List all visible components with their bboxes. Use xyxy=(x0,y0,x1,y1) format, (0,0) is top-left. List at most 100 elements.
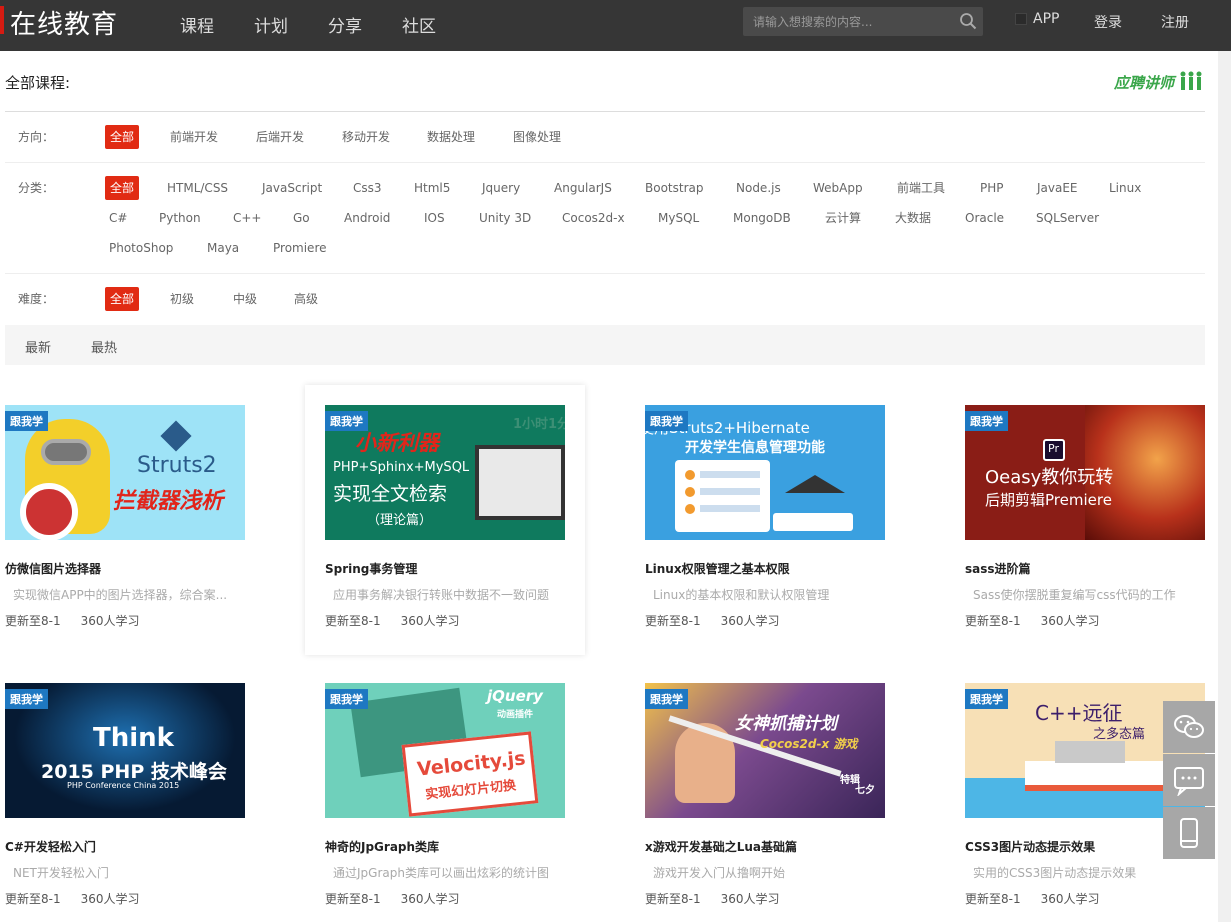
course-title[interactable]: 神奇的JpGraph类库 xyxy=(325,838,439,855)
filter-option-category-18[interactable]: Android xyxy=(344,206,390,230)
filter-option-category-11[interactable]: PHP xyxy=(980,176,1004,200)
difficulty-label: 难度： xyxy=(18,292,55,306)
filter-option-category-30[interactable]: Promiere xyxy=(273,236,327,260)
follow-badge: 跟我学 xyxy=(645,411,688,431)
filter-option-category-3[interactable]: Css3 xyxy=(353,176,382,200)
course-title[interactable]: CSS3图片动态提示效果 xyxy=(965,838,1095,855)
filter-option-category-13[interactable]: Linux xyxy=(1109,176,1141,200)
course-updated: 更新至8-1 xyxy=(645,614,701,628)
login-link[interactable]: 登录 xyxy=(1094,12,1122,32)
filter-option-direction-2[interactable]: 后端开发 xyxy=(256,125,304,149)
filter-option-category-26[interactable]: Oracle xyxy=(965,206,1004,230)
divider xyxy=(5,111,1205,112)
course-thumbnail[interactable]: 女神抓捕计划 Cocos2d-x 游戏 特辑 七夕 跟我学 xyxy=(645,683,885,818)
filter-option-category-17[interactable]: Go xyxy=(293,206,310,230)
course-meta: 更新至8-1 360人学习 xyxy=(5,612,140,629)
register-link[interactable]: 注册 xyxy=(1161,12,1189,32)
course-card[interactable]: 使用Struts2+Hibernate 开发学生信息管理功能 跟我学 Linux权限管… xyxy=(645,405,925,675)
course-card[interactable]: jQuery 动画插件 Velocity.js 实现幻灯片切换 跟我学神奇的JpGrap… xyxy=(325,683,605,922)
search-input[interactable] xyxy=(743,7,953,36)
filter-option-category-9[interactable]: WebApp xyxy=(813,176,863,200)
filter-option-category-5[interactable]: Jquery xyxy=(482,176,520,200)
filter-option-category-14[interactable]: C# xyxy=(109,206,127,230)
course-thumbnail[interactable]: Think 2015 PHP 技术峰会 PHP Conference China 2… xyxy=(5,683,245,818)
filter-option-difficulty-0[interactable]: 全部 xyxy=(105,287,140,311)
filter-option-category-21[interactable]: Cocos2d-x xyxy=(562,206,625,230)
course-thumbnail[interactable]: Pr Oeasy教你玩转 后期剪辑Premiere 跟我学 xyxy=(965,405,1205,540)
thumb-caption: 女神抓捕计划 xyxy=(735,714,837,734)
course-card[interactable]: 1小时1分 小新利器 PHP+Sphinx+MySQL 实现全文检索 （理论篇） 跟我学 S… xyxy=(305,385,585,655)
course-thumbnail[interactable]: Struts2 拦截器浅析 跟我学 xyxy=(5,405,245,540)
course-title[interactable]: 仿微信图片选择器 xyxy=(5,560,101,577)
people-icon xyxy=(1180,71,1202,90)
filter-option-direction-5[interactable]: 图像处理 xyxy=(513,125,561,149)
course-title[interactable]: Spring事务管理 xyxy=(325,560,417,577)
course-card[interactable]: Pr Oeasy教你玩转 后期剪辑Premiere 跟我学 sass进阶篇 Sass使你摆… xyxy=(965,405,1231,675)
nav-item-community[interactable]: 社区 xyxy=(402,12,436,37)
filter-option-category-19[interactable]: IOS xyxy=(424,206,445,230)
filter-option-difficulty-3[interactable]: 高级 xyxy=(294,287,318,311)
course-thumbnail[interactable]: 1小时1分 小新利器 PHP+Sphinx+MySQL 实现全文检索 （理论篇） 跟我学 xyxy=(325,405,565,540)
thumb-caption: jQuery xyxy=(487,687,543,705)
recruit-teacher-link[interactable]: 应聘讲师 xyxy=(1114,72,1174,93)
filter-option-difficulty-1[interactable]: 初级 xyxy=(170,287,194,311)
message-button[interactable] xyxy=(1163,754,1215,806)
filter-option-category-7[interactable]: Bootstrap xyxy=(645,176,703,200)
filter-option-category-28[interactable]: PhotoShop xyxy=(109,236,173,260)
filter-option-category-27[interactable]: SQLServer xyxy=(1036,206,1099,230)
app-checkbox[interactable] xyxy=(1015,13,1027,25)
course-title[interactable]: C#开发轻松入门 xyxy=(5,838,96,855)
filter-option-category-23[interactable]: MongoDB xyxy=(733,206,791,230)
filter-option-category-29[interactable]: Maya xyxy=(207,236,239,260)
filter-option-direction-1[interactable]: 前端开发 xyxy=(170,125,218,149)
filter-option-category-1[interactable]: HTML/CSS xyxy=(167,176,228,200)
thumb-caption: C++远征 xyxy=(1035,701,1123,725)
course-students: 360人学习 xyxy=(80,892,140,906)
filter-option-category-10[interactable]: 前端工具 xyxy=(897,176,945,200)
follow-badge: 跟我学 xyxy=(5,689,48,709)
filter-option-category-4[interactable]: Html5 xyxy=(414,176,450,200)
filter-option-direction-3[interactable]: 移动开发 xyxy=(342,125,390,149)
filter-option-category-22[interactable]: MySQL xyxy=(658,206,699,230)
search-icon[interactable] xyxy=(959,12,977,30)
filter-option-category-20[interactable]: Unity 3D xyxy=(479,206,531,230)
course-students: 360人学习 xyxy=(80,614,140,628)
sort-hottest[interactable]: 最热 xyxy=(91,337,117,356)
course-thumbnail[interactable]: 使用Struts2+Hibernate 开发学生信息管理功能 跟我学 xyxy=(645,405,885,540)
filter-option-category-6[interactable]: AngularJS xyxy=(554,176,612,200)
filter-option-category-15[interactable]: Python xyxy=(159,206,201,230)
site-logo[interactable]: 在线教育 xyxy=(10,4,118,41)
nav-item-courses[interactable]: 课程 xyxy=(180,12,214,37)
filter-option-direction-0[interactable]: 全部 xyxy=(105,125,140,149)
filter-option-category-0[interactable]: 全部 xyxy=(105,176,140,200)
filter-option-category-24[interactable]: 云计算 xyxy=(825,206,861,230)
course-students: 360人学习 xyxy=(1040,614,1100,628)
filter-option-direction-4[interactable]: 数据处理 xyxy=(427,125,475,149)
filter-option-category-16[interactable]: C++ xyxy=(233,206,262,230)
filter-option-category-2[interactable]: JavaScript xyxy=(262,176,322,200)
app-link[interactable]: APP xyxy=(1033,11,1059,27)
course-card[interactable]: 女神抓捕计划 Cocos2d-x 游戏 特辑 七夕 跟我学 x游戏开发基础之Lua基础篇游… xyxy=(645,683,925,922)
mobile-button[interactable] xyxy=(1163,807,1215,859)
course-card[interactable]: Struts2 拦截器浅析 跟我学 仿微信图片选择器 实现微信APP中的图片选择器，综合… xyxy=(5,405,285,675)
nav-item-plans[interactable]: 计划 xyxy=(254,12,288,37)
nav-item-share[interactable]: 分享 xyxy=(328,12,362,37)
course-title[interactable]: x游戏开发基础之Lua基础篇 xyxy=(645,838,797,855)
course-updated: 更新至8-1 xyxy=(5,892,61,906)
filter-option-difficulty-2[interactable]: 中级 xyxy=(233,287,257,311)
sort-newest[interactable]: 最新 xyxy=(25,337,51,356)
course-title[interactable]: Linux权限管理之基本权限 xyxy=(645,560,790,577)
course-title[interactable]: sass进阶篇 xyxy=(965,560,1031,577)
course-students: 360人学习 xyxy=(400,614,460,628)
filter-option-category-12[interactable]: JavaEE xyxy=(1037,176,1078,200)
course-updated: 更新至8-1 xyxy=(965,614,1021,628)
course-students: 360人学习 xyxy=(400,892,460,906)
filter-option-category-25[interactable]: 大数据 xyxy=(895,206,931,230)
sort-bar: 最新 最热 xyxy=(5,325,1205,365)
filter-option-category-8[interactable]: Node.js xyxy=(736,176,781,200)
thumb-caption: Pr xyxy=(1048,442,1059,455)
course-thumbnail[interactable]: jQuery 动画插件 Velocity.js 实现幻灯片切换 跟我学 xyxy=(325,683,565,818)
course-description: 实用的CSS3图片动态提示效果 xyxy=(973,866,1137,880)
wechat-button[interactable] xyxy=(1163,701,1215,753)
course-card[interactable]: Think 2015 PHP 技术峰会 PHP Conference China 2… xyxy=(5,683,285,922)
